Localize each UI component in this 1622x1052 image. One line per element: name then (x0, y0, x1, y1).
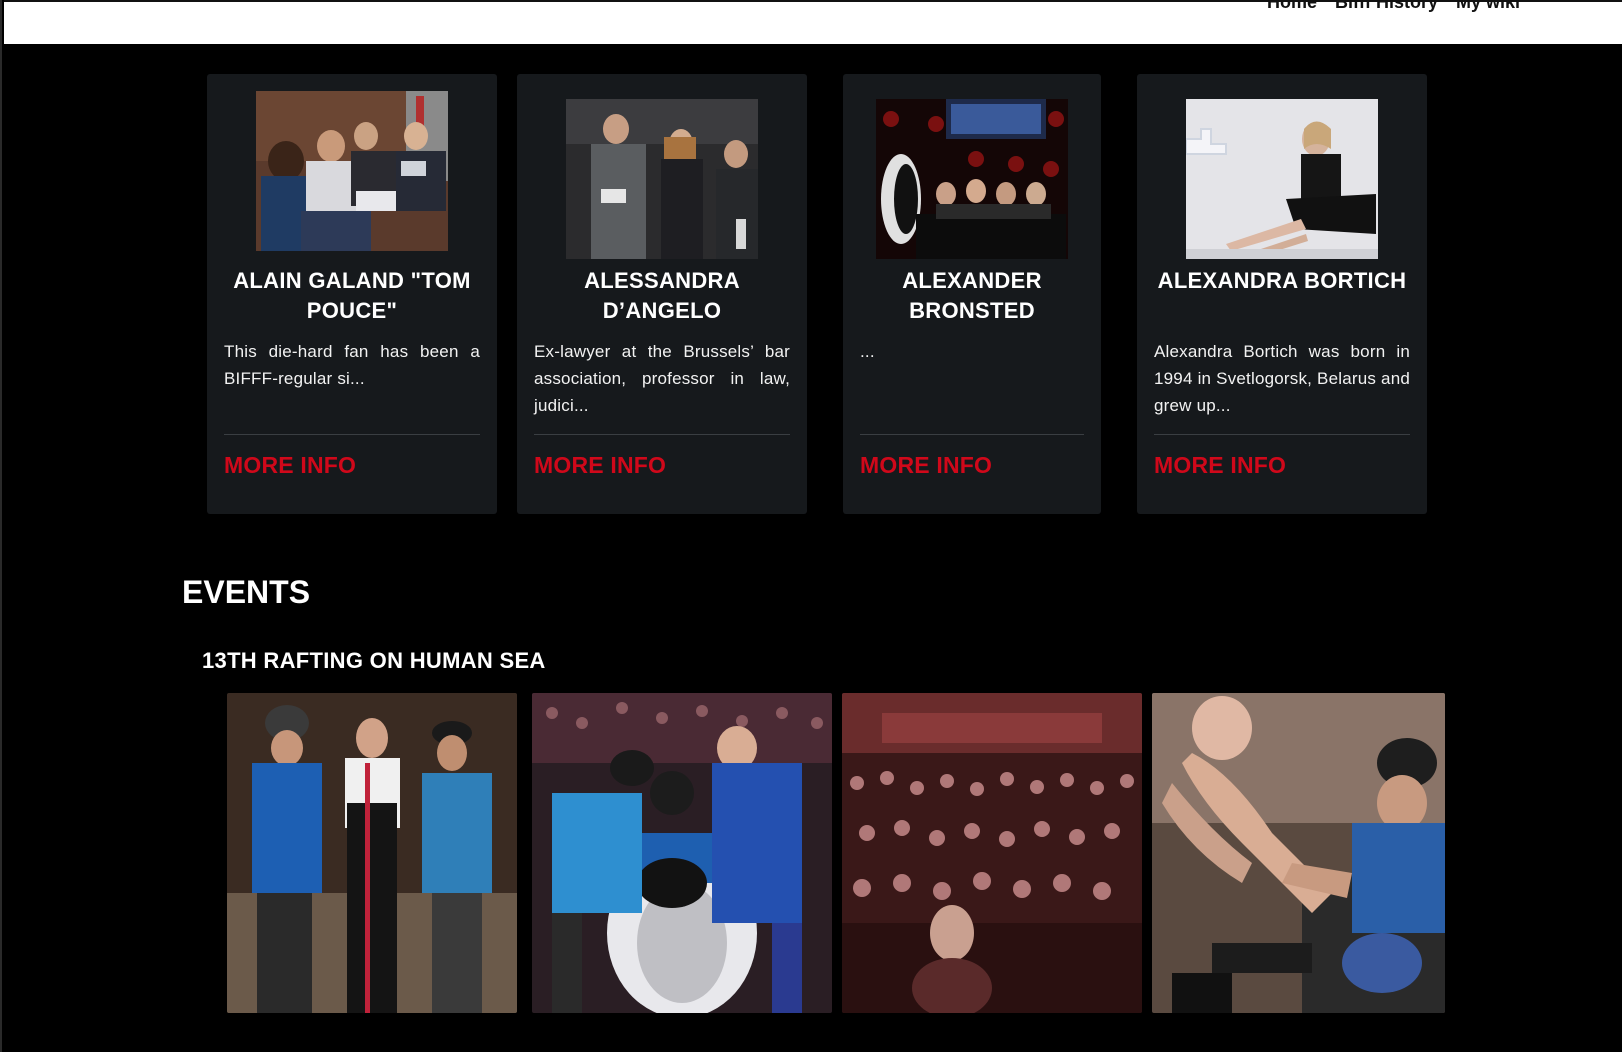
event-photo[interactable] (842, 693, 1142, 1013)
guest-name: ALEXANDER BRONSTED (902, 268, 1042, 323)
events-section-title: EVENTS (182, 574, 311, 610)
guest-excerpt: Ex-lawyer at the Brussels’ bar associati… (534, 342, 790, 415)
guest-card: ALEXANDRA BORTICH Alexandra Bortich was … (1137, 74, 1427, 514)
guest-photo[interactable] (1186, 99, 1378, 259)
main-nav: Home Bifff History My wiki (1267, 0, 1520, 12)
event-photo[interactable] (227, 693, 517, 1013)
page: Home Bifff History My wiki ALAIN GALAND … (0, 0, 1622, 1052)
card-divider (1154, 434, 1410, 435)
guest-photo[interactable] (566, 99, 758, 259)
guest-excerpt: This die-hard fan has been a BIFFF-regul… (224, 342, 480, 388)
guest-name: ALAIN GALAND "TOM POUCE" (233, 268, 471, 323)
guest-excerpt: ... (860, 342, 875, 361)
top-navbar: Home Bifff History My wiki (4, 0, 1622, 44)
guest-name: ALEXANDRA BORTICH (1157, 268, 1407, 293)
guest-card: ALESSANDRA D’ANGELO Ex-lawyer at the Bru… (517, 74, 807, 514)
card-divider (224, 434, 480, 435)
card-divider (860, 434, 1084, 435)
event-photo[interactable] (532, 693, 832, 1013)
nav-bifff-history-link[interactable]: Bifff History (1335, 0, 1438, 12)
guest-photo[interactable] (256, 91, 448, 251)
guest-excerpt: Alexandra Bortich was born in 1994 in Sv… (1154, 342, 1410, 415)
guest-name: ALESSANDRA D’ANGELO (584, 268, 740, 323)
guest-card: ALAIN GALAND "TOM POUCE" This die-hard f… (207, 74, 497, 514)
event-photo[interactable] (1152, 693, 1445, 1013)
guest-photo[interactable] (876, 99, 1068, 259)
nav-my-wiki-link[interactable]: My wiki (1456, 0, 1520, 12)
nav-home-link[interactable]: Home (1267, 0, 1317, 12)
more-info-link[interactable]: MORE INFO (860, 452, 992, 479)
guest-card: ALEXANDER BRONSTED ... MORE INFO (843, 74, 1101, 514)
more-info-link[interactable]: MORE INFO (1154, 452, 1286, 479)
card-divider (534, 434, 790, 435)
more-info-link[interactable]: MORE INFO (224, 452, 356, 479)
more-info-link[interactable]: MORE INFO (534, 452, 666, 479)
event-title: 13TH RAFTING ON HUMAN SEA (202, 648, 546, 673)
